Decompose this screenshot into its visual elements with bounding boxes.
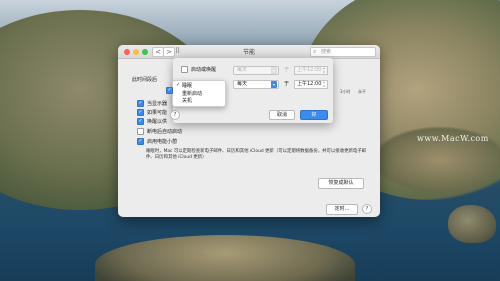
- checkbox-power-nap[interactable]: ✓ 启用电能小憩: [137, 138, 177, 145]
- chevron-down-icon: ▾: [271, 81, 277, 88]
- time-stepper[interactable]: ▴ ▾: [322, 66, 326, 74]
- menu-item-label: 关机: [182, 98, 193, 104]
- startup-checkbox[interactable]: [181, 66, 188, 73]
- checkbox-box[interactable]: ✓: [137, 109, 144, 116]
- menu-item-restart[interactable]: 重新启动: [173, 90, 225, 97]
- checkbox-box[interactable]: ✓: [137, 118, 144, 125]
- checkbox-label: 启用电能小憩: [147, 139, 178, 145]
- wallpaper-rock: [448, 205, 496, 243]
- search-field[interactable]: ⌕ 搜索: [310, 47, 376, 57]
- sleep-time-value: 上午12:00: [297, 81, 322, 87]
- sleep-day-popup[interactable]: 每天 ▾: [233, 80, 279, 89]
- help-button[interactable]: ?: [362, 204, 372, 214]
- cancel-button[interactable]: 取消: [269, 110, 295, 120]
- menu-item-shutdown[interactable]: 关机: [173, 97, 225, 104]
- sleep-time-field[interactable]: 上午12:00 ▴ ▾: [294, 80, 328, 89]
- slider-tick-never: 永不: [358, 89, 366, 94]
- sleep-day-value: 每天: [237, 81, 248, 87]
- watermark-text: www.MacW.com: [417, 134, 489, 143]
- checkbox-box[interactable]: ✓: [166, 87, 173, 94]
- startup-day-value: 每天: [237, 67, 248, 73]
- title-bar[interactable]: < > ⠿ 节能 ⌕ 搜索: [118, 45, 380, 59]
- startup-day-popup[interactable]: 每天 ▾: [233, 66, 279, 75]
- checkbox-auto-restart[interactable]: 断电后自动启动: [137, 128, 182, 135]
- ok-button[interactable]: 好: [300, 110, 328, 120]
- time-stepper[interactable]: ▴ ▾: [322, 80, 326, 88]
- checkbox-box[interactable]: ✓: [137, 138, 144, 145]
- startup-at-label: 于: [284, 67, 290, 73]
- search-placeholder: 搜索: [321, 49, 332, 55]
- startup-label: 启动或唤醒: [191, 67, 217, 73]
- menu-item-sleep[interactable]: ✓ 睡眠: [173, 82, 225, 89]
- checkbox-box[interactable]: ✓: [137, 100, 144, 107]
- sheet-help-button[interactable]: ?: [170, 110, 180, 120]
- turn-off-label: 此时间段后: [132, 77, 158, 83]
- search-icon: ⌕: [313, 48, 317, 55]
- checkbox-label: 如果可能: [147, 110, 168, 116]
- menu-item-label: 睡眠: [182, 83, 193, 89]
- startup-time-value: 上午12:00: [297, 67, 322, 73]
- chevron-down-icon: ▾: [271, 67, 277, 74]
- checkmark-icon: ✓: [176, 82, 181, 88]
- checkbox-wake-network[interactable]: ✓ 唤醒以供: [137, 118, 167, 125]
- wallpaper-shore: [95, 235, 355, 281]
- sleep-checkbox[interactable]: ✓: [166, 80, 173, 94]
- checkbox-label: 当显示器: [147, 101, 168, 107]
- checkbox-label: 断电后自动启动: [147, 129, 183, 135]
- slider-tick-3h: 3小时: [340, 89, 351, 94]
- checkbox-label: 唤醒以供: [147, 119, 168, 125]
- checkbox-display-sleep[interactable]: ✓ 当显示器: [137, 100, 167, 107]
- power-nap-description: 睡眠时，Mac 可以定期检查新电子邮件、日历和其他 iCloud 更新（可以定期…: [146, 149, 367, 160]
- schedule-button[interactable]: 定时...: [326, 204, 358, 215]
- startup-row[interactable]: 启动或唤醒: [181, 66, 216, 73]
- startup-time-field[interactable]: 上午12:00 ▴ ▾: [294, 66, 328, 75]
- restore-defaults-button[interactable]: 恢复成默认: [318, 178, 364, 189]
- checkbox-box[interactable]: [137, 128, 144, 135]
- sleep-at-label: 于: [284, 81, 290, 87]
- checkbox-hard-disk[interactable]: ✓ 如果可能: [137, 109, 167, 116]
- action-dropdown-menu: ✓ 睡眠 重新启动 关机: [172, 80, 226, 107]
